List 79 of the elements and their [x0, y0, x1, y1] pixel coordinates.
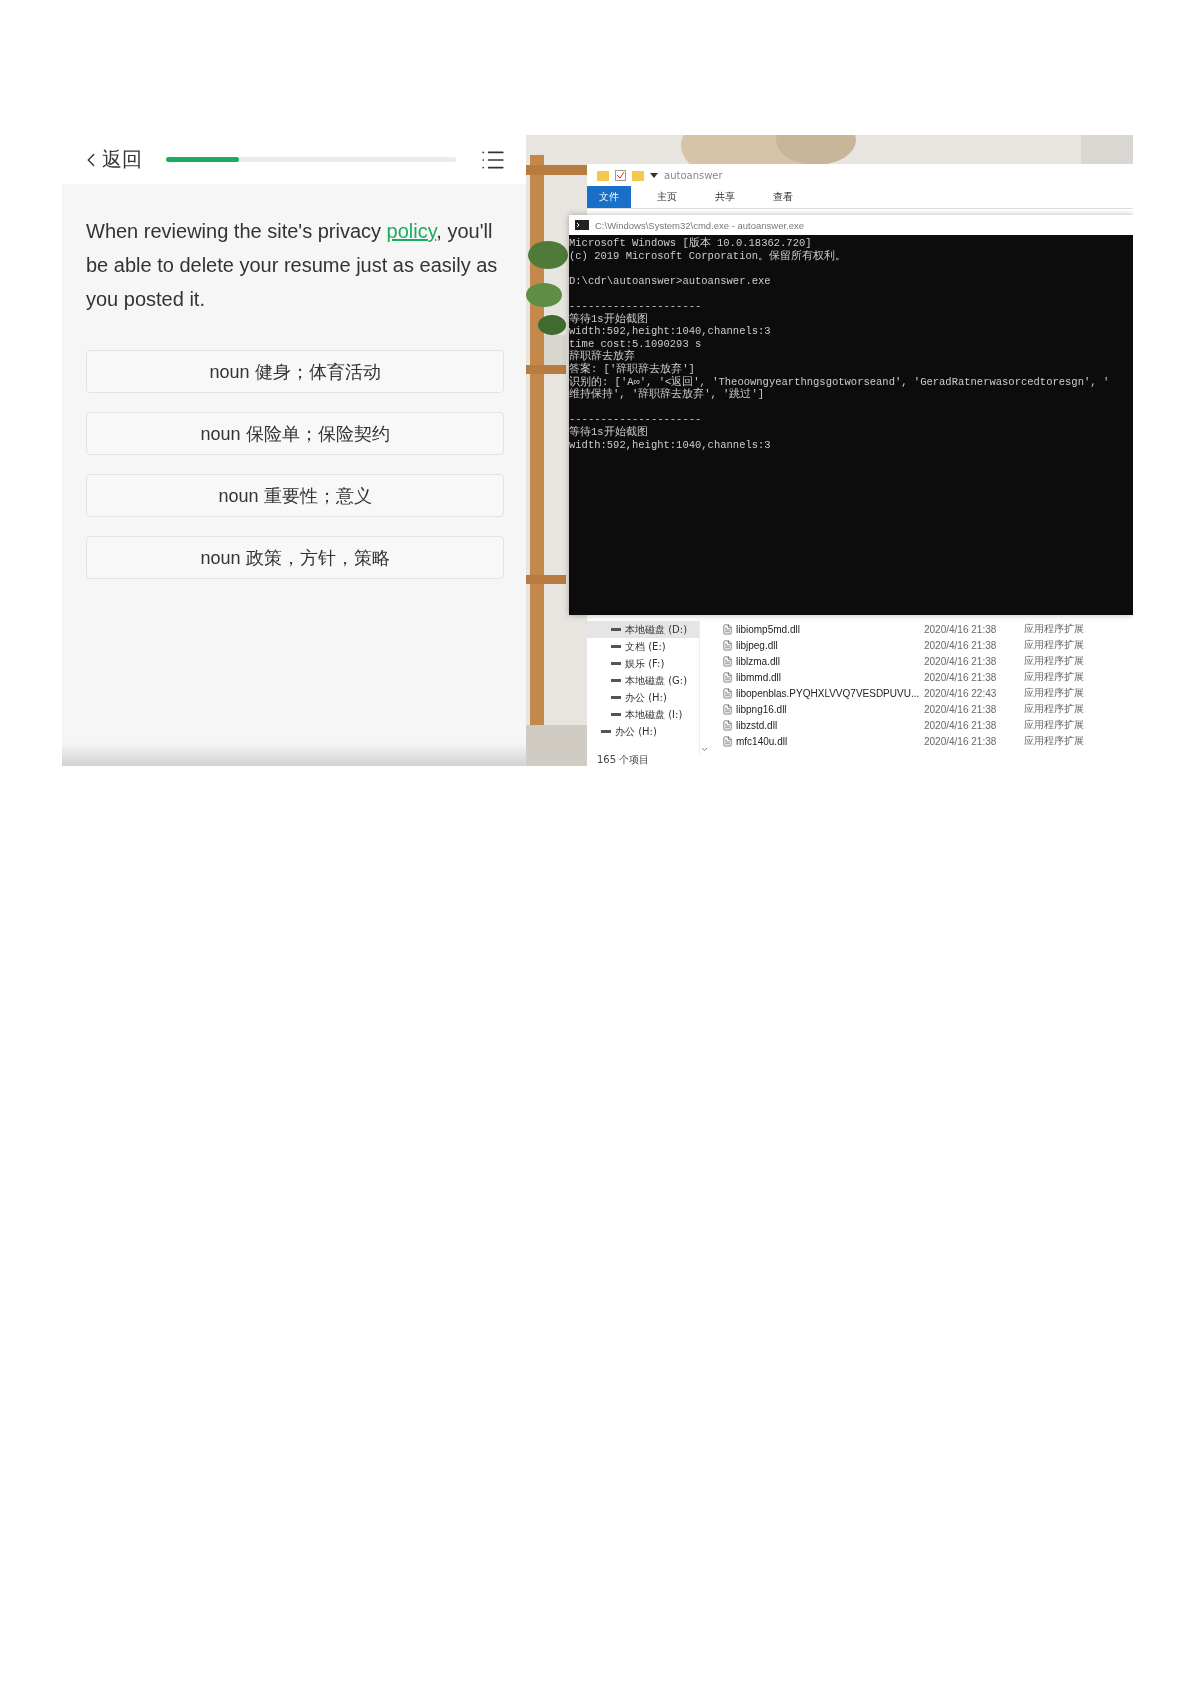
console-line: width:592,height:1040,channels:3: [569, 438, 772, 452]
file-name[interactable]: liblzma.dll: [736, 655, 924, 667]
drive-icon: [611, 662, 621, 665]
console-line: width:592,height:1040,channels:3: [569, 325, 772, 338]
console-line: 维持保持', '辞职辞去放弃', '跳过']: [569, 388, 765, 401]
file-date: 2020/4/16 21:38: [924, 671, 998, 683]
file-date: 2020/4/16 21:38: [924, 719, 998, 731]
ribbon-tab[interactable]: 查看: [761, 186, 805, 208]
file-icon: [722, 735, 733, 747]
console-icon: [575, 220, 589, 230]
file-date: 2020/4/16 22:43: [924, 687, 998, 699]
folder-icon: [597, 169, 609, 181]
file-type: 应用程序扩展: [1024, 654, 1085, 668]
status-text: 165 个项目: [596, 754, 651, 766]
folder-icon: [632, 169, 644, 181]
file-date: 2020/4/16 21:38: [924, 639, 998, 651]
nav-item[interactable]: 本地磁盘 (I:): [587, 706, 699, 723]
file-name[interactable]: libopenblas.PYQHXLVVQ7VESDPUVU...: [736, 687, 924, 699]
file-type: 应用程序扩展: [1024, 734, 1085, 748]
ribbon-tab[interactable]: 共享: [703, 186, 747, 208]
file-name[interactable]: libmmd.dll: [736, 671, 924, 683]
scroll-down-icon[interactable]: [699, 745, 709, 754]
dropdown-icon[interactable]: [650, 171, 658, 179]
console-line: 等待1s开始截图: [569, 425, 649, 439]
ribbon-tab[interactable]: 主页: [645, 186, 689, 208]
console-line: Microsoft Windows [版本 10.0.18362.720]: [569, 237, 813, 250]
file-icon: [722, 623, 733, 635]
console-line: 识别的: ['A∞', '<返回', 'Theoowngyearthngsgotworseand', 'GeradRatnerwasorcedtoresgn', ': [569, 375, 1111, 388]
file-type: 应用程序扩展: [1024, 670, 1085, 684]
file-date: 2020/4/16 21:38: [924, 655, 998, 667]
file-icon: [722, 719, 733, 731]
nav-item[interactable]: 娱乐 (F:): [587, 655, 699, 672]
drive-icon: [601, 730, 611, 733]
nav-item[interactable]: 办公 (H:): [587, 689, 699, 706]
ribbon-tab[interactable]: 文件: [587, 186, 631, 208]
window-title: autoanswer: [664, 169, 723, 181]
answer-option[interactable]: noun 保险单；保险契约: [86, 412, 504, 455]
drive-icon: [611, 645, 621, 648]
answer-option[interactable]: noun 重要性；意义: [86, 474, 504, 517]
file-name[interactable]: libpng16.dll: [736, 703, 924, 715]
file-date: 2020/4/16 21:38: [924, 735, 998, 747]
file-date: 2020/4/16 21:38: [924, 703, 998, 715]
nav-item[interactable]: 办公 (H:): [587, 723, 699, 740]
nav-item[interactable]: 本地磁盘 (D:): [587, 621, 699, 638]
file-name[interactable]: mfc140u.dll: [736, 735, 924, 747]
answer-option[interactable]: noun 政策，方针，策略: [86, 536, 504, 579]
nav-item[interactable]: 本地磁盘 (G:): [587, 672, 699, 689]
drive-icon: [611, 713, 621, 716]
console-line: time cost:5.1090293 s: [569, 337, 703, 350]
file-type: 应用程序扩展: [1024, 622, 1085, 636]
file-icon: [722, 639, 733, 651]
file-type: 应用程序扩展: [1024, 718, 1085, 732]
back-link[interactable]: 返回: [80, 146, 142, 173]
question-text: When reviewing the site's privacy policy, you'll be able to delete your resume just as easily as you posted it.: [86, 219, 499, 312]
file-type: 应用程序扩展: [1024, 702, 1085, 716]
file-name[interactable]: libjpeg.dll: [736, 639, 924, 651]
file-icon: [722, 671, 733, 683]
console-line: ---------------------: [569, 299, 703, 313]
file-icon: [722, 703, 733, 715]
console-line: 答案: ['辞职辞去放弃']: [569, 362, 696, 376]
console-line: D:\cdr\autoanswer>autoanswer.exe: [569, 274, 772, 288]
console-line: 辞职辞去放弃: [569, 350, 636, 363]
checkbox-icon[interactable]: [615, 169, 626, 181]
window-title: C:\Windows\System32\cmd.exe - autoanswer.exe: [595, 219, 805, 231]
file-type: 应用程序扩展: [1024, 686, 1085, 700]
answer-option[interactable]: noun 健身；体育活动: [86, 350, 504, 393]
file-icon: [722, 687, 733, 699]
file-name[interactable]: libiomp5md.dll: [736, 623, 924, 635]
nav-item[interactable]: 文档 (E:): [587, 638, 699, 655]
console-line: (c) 2019 Microsoft Corporation。保留所有权利。: [569, 249, 848, 263]
console-line: 等待1s开始截图: [569, 312, 649, 326]
file-date: 2020/4/16 21:38: [924, 623, 998, 635]
file-type: 应用程序扩展: [1024, 638, 1085, 652]
drive-icon: [611, 628, 621, 631]
console-line: ---------------------: [569, 413, 703, 426]
file-icon: [722, 655, 733, 667]
drive-icon: [611, 696, 621, 699]
drive-icon: [611, 679, 621, 682]
file-name[interactable]: libzstd.dll: [736, 719, 924, 731]
